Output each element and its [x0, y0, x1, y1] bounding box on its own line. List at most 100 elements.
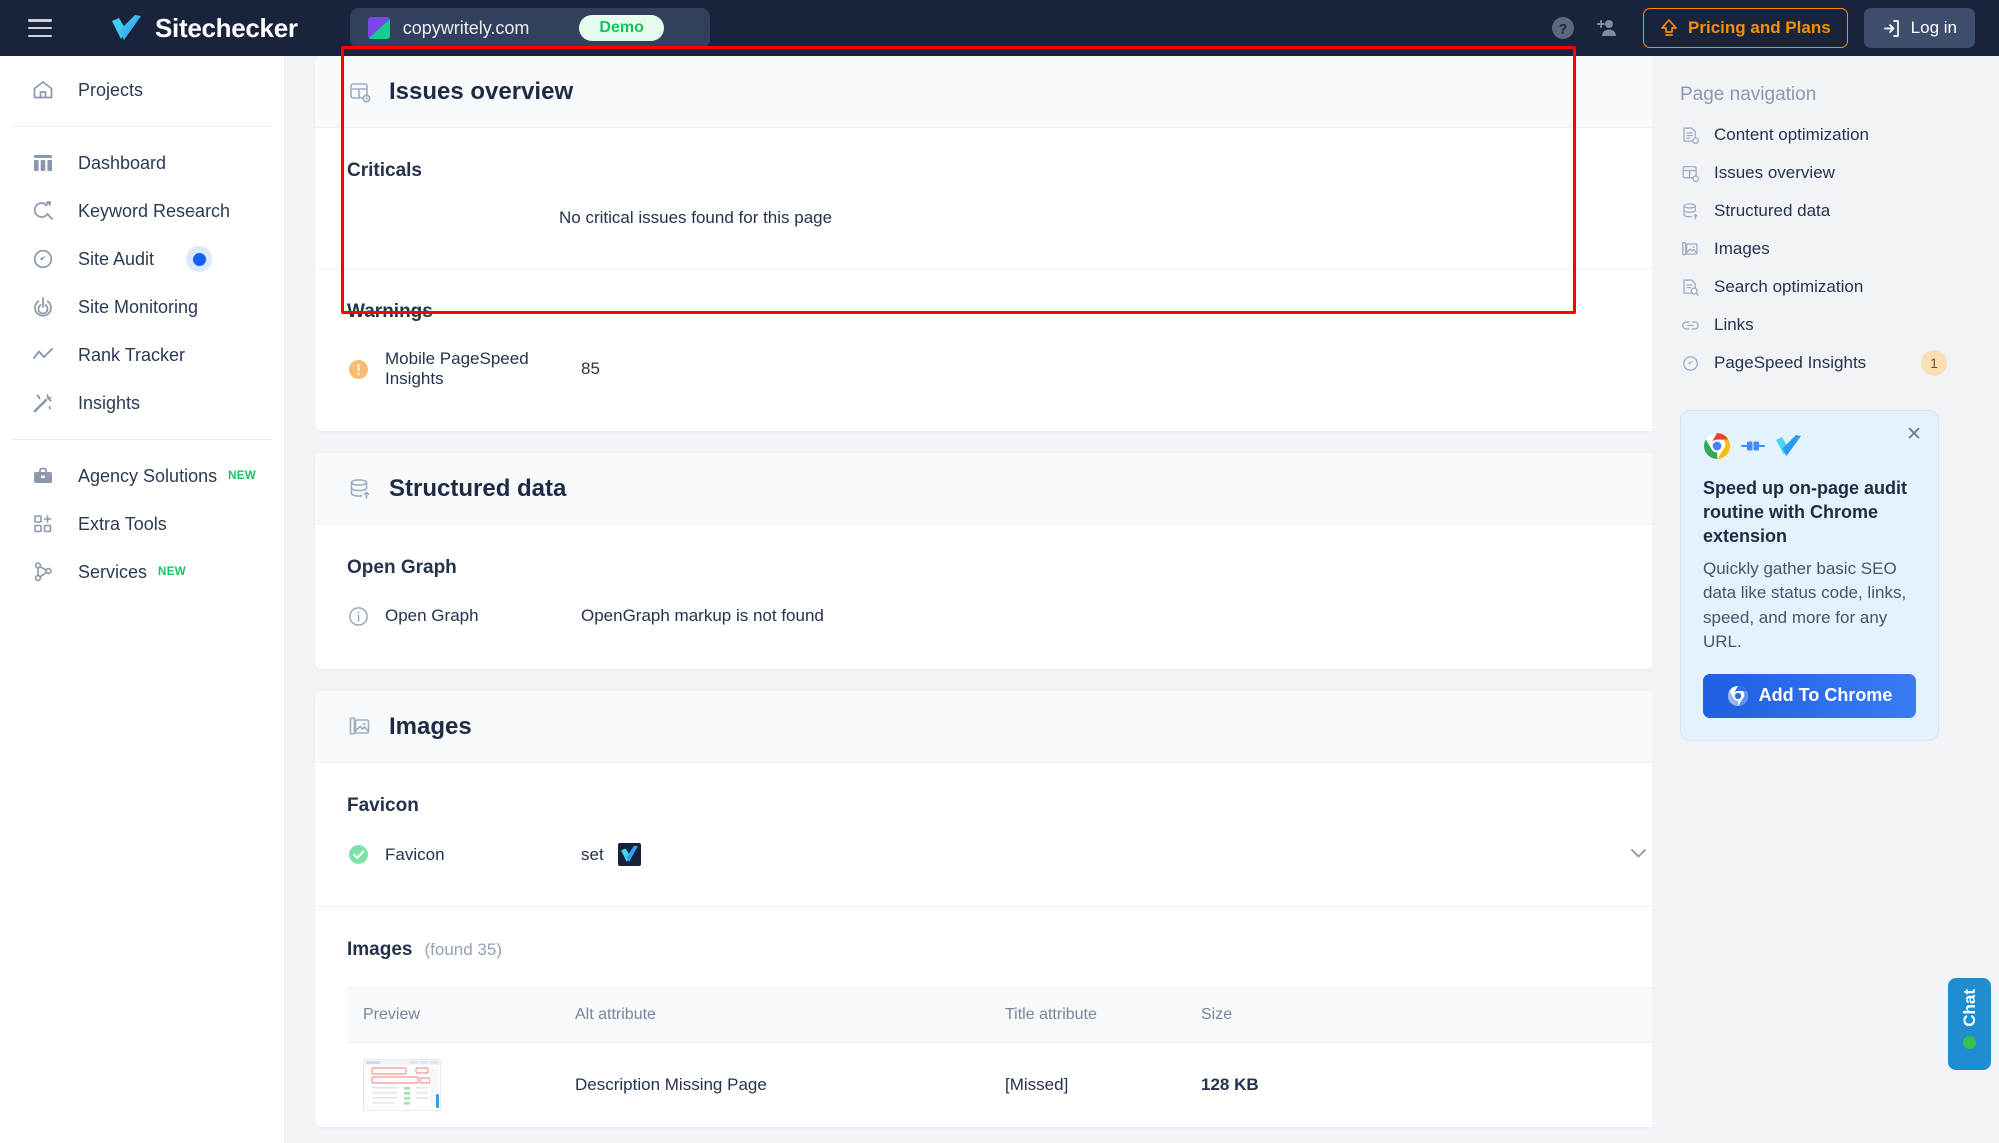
chrome-icon — [1727, 685, 1748, 706]
sidebar-item-agency-solutions[interactable]: Agency Solutions NEW — [0, 452, 284, 500]
favicon-heading: Favicon — [347, 795, 419, 816]
card-title: Images — [389, 712, 472, 740]
home-icon — [30, 77, 56, 103]
dashboard-icon — [30, 150, 56, 176]
sidebar-label: Extra Tools — [78, 513, 167, 534]
sidebar-item-rank-tracker[interactable]: Rank Tracker — [0, 331, 284, 379]
new-tag: NEW — [228, 470, 257, 482]
sidebar-item-site-monitoring[interactable]: Site Monitoring — [0, 283, 284, 331]
pagenav-item-issues-overview[interactable]: Issues overview — [1652, 154, 1999, 192]
sidebar-divider-2 — [12, 439, 272, 440]
briefcase-icon — [30, 463, 56, 489]
brand-logo-area[interactable]: Sitechecker — [110, 13, 298, 44]
brand-name: Sitechecker — [155, 12, 298, 43]
images-table: Preview Alt attribute Title attribute Si… — [347, 987, 1653, 1127]
magic-wand-icon — [30, 390, 56, 416]
chevron-right-icon[interactable]: › — [191, 203, 196, 220]
info-icon — [347, 605, 369, 627]
hamburger-icon[interactable] — [28, 19, 52, 37]
pricing-and-plans-button[interactable]: Pricing and Plans — [1643, 8, 1848, 48]
open-graph-value: OpenGraph markup is not found — [581, 606, 824, 625]
issues-overview-card: Issues overview Criticals No critical is… — [315, 56, 1685, 431]
sidebar-item-services[interactable]: Services NEW — [0, 548, 284, 596]
share-nodes-icon — [30, 559, 56, 585]
pagenav-item-search-optimization[interactable]: Search optimization — [1652, 268, 1999, 306]
promo-icon-row — [1703, 431, 1916, 461]
link-icon — [1680, 315, 1700, 335]
main-content: Issues overview Criticals No critical is… — [285, 56, 1715, 1143]
open-graph-heading: Open Graph — [347, 557, 457, 578]
images-card: Images Favicon Favicon set Images (found… — [315, 691, 1685, 1127]
open-graph-row[interactable]: Open Graph OpenGraph markup is not found — [347, 605, 1653, 627]
chat-widget-button[interactable]: Chat — [1948, 978, 1991, 1070]
sidebar-item-site-audit[interactable]: Site Audit — [0, 235, 284, 283]
images-list-block: Images (found 35) Preview Alt attribute … — [315, 907, 1685, 1127]
pagenav-label: Content optimization — [1714, 125, 1869, 144]
favicon-preview-icon — [617, 843, 641, 866]
open-graph-block: Open Graph Open Graph OpenGraph markup i… — [315, 525, 1685, 669]
warning-value: 85 — [581, 359, 600, 378]
check-circle-icon — [347, 844, 369, 866]
sidebar-item-dashboard[interactable]: Dashboard — [0, 139, 284, 187]
add-to-chrome-button[interactable]: Add To Chrome — [1703, 673, 1916, 718]
open-graph-label: Open Graph — [385, 606, 479, 625]
right-panel: Page navigation Content optimization Iss… — [1652, 56, 1999, 1143]
sitechecker-check-icon — [112, 15, 141, 40]
sidebar-item-keyword-research[interactable]: Keyword Research › — [0, 187, 284, 235]
col-preview: Preview — [347, 987, 559, 1043]
demo-badge: Demo — [579, 15, 664, 41]
new-tag: NEW — [158, 566, 187, 578]
add-to-chrome-label: Add To Chrome — [1758, 685, 1893, 706]
table-row[interactable]: Description Missing Page [Missed] 128 KB — [347, 1043, 1653, 1128]
help-circle-icon[interactable]: ? — [1541, 6, 1585, 50]
images-list-heading-row: Images (found 35) — [347, 939, 1653, 961]
warning-icon — [347, 358, 369, 380]
search-optimization-icon — [1680, 277, 1700, 297]
pagenav-label: Issues overview — [1714, 163, 1835, 182]
sidebar-item-insights[interactable]: Insights — [0, 379, 284, 427]
sidebar-label: Site Monitoring — [78, 296, 199, 317]
pagenav-item-links[interactable]: Links — [1652, 306, 1999, 344]
pagenav-item-structured-data[interactable]: Structured data — [1652, 192, 1999, 230]
pagespeed-badge: 1 — [1921, 350, 1947, 376]
content-optimization-icon — [1680, 125, 1700, 145]
add-user-icon[interactable] — [1585, 6, 1629, 50]
cell-preview — [347, 1043, 559, 1128]
chrome-icon — [1704, 433, 1730, 460]
screenshot-thumbnail-icon — [363, 1059, 441, 1111]
project-url: copywritely.com — [402, 17, 530, 38]
chat-status-dot — [1963, 1035, 1976, 1049]
plug-connect-icon — [1741, 441, 1765, 451]
sidebar-item-projects[interactable]: Projects — [0, 66, 284, 114]
active-indicator — [186, 246, 212, 272]
promo-text: Quickly gather basic SEO data like statu… — [1703, 559, 1907, 651]
radar-icon — [30, 294, 56, 320]
chevron-down-icon[interactable] — [1630, 846, 1647, 863]
database-icon — [1680, 201, 1700, 221]
sidebar-label: Site Audit — [78, 248, 155, 269]
sidebar-label: Insights — [78, 392, 141, 413]
project-selector[interactable]: copywritely.com Demo — [349, 8, 710, 48]
gauge-icon — [30, 246, 56, 272]
pagenav-label: Search optimization — [1714, 277, 1864, 296]
login-button[interactable]: Log in — [1863, 8, 1975, 48]
header-actions: ? Pricing and Plans Log in — [1541, 6, 1999, 50]
table-header-row: Preview Alt attribute Title attribute Si… — [347, 987, 1653, 1043]
card-title: Issues overview — [389, 77, 574, 105]
close-icon[interactable]: ✕ — [1906, 425, 1922, 444]
favicon-row[interactable]: Favicon set — [347, 843, 1653, 866]
sidebar-label: Keyword Research — [78, 200, 231, 221]
trend-line-icon — [30, 342, 56, 368]
warning-row[interactable]: Mobile PageSpeed Insights 85 — [347, 349, 1653, 389]
cell-size: 128 KB — [1201, 1075, 1259, 1094]
sidebar-item-extra-tools[interactable]: Extra Tools — [0, 500, 284, 548]
page-navigation-title: Page navigation — [1680, 84, 1817, 105]
project-favicon-icon — [367, 17, 390, 39]
pagenav-item-content-optimization[interactable]: Content optimization — [1652, 116, 1999, 154]
pagenav-item-pagespeed-insights[interactable]: PageSpeed Insights 1 — [1652, 344, 1999, 382]
promo-title: Speed up on-page audit routine with Chro… — [1703, 478, 1908, 546]
images-header: Images — [315, 691, 1685, 763]
cell-title: [Missed] — [1005, 1075, 1069, 1094]
criticals-message: No critical issues found for this page — [559, 208, 833, 227]
pagenav-item-images[interactable]: Images — [1652, 230, 1999, 268]
